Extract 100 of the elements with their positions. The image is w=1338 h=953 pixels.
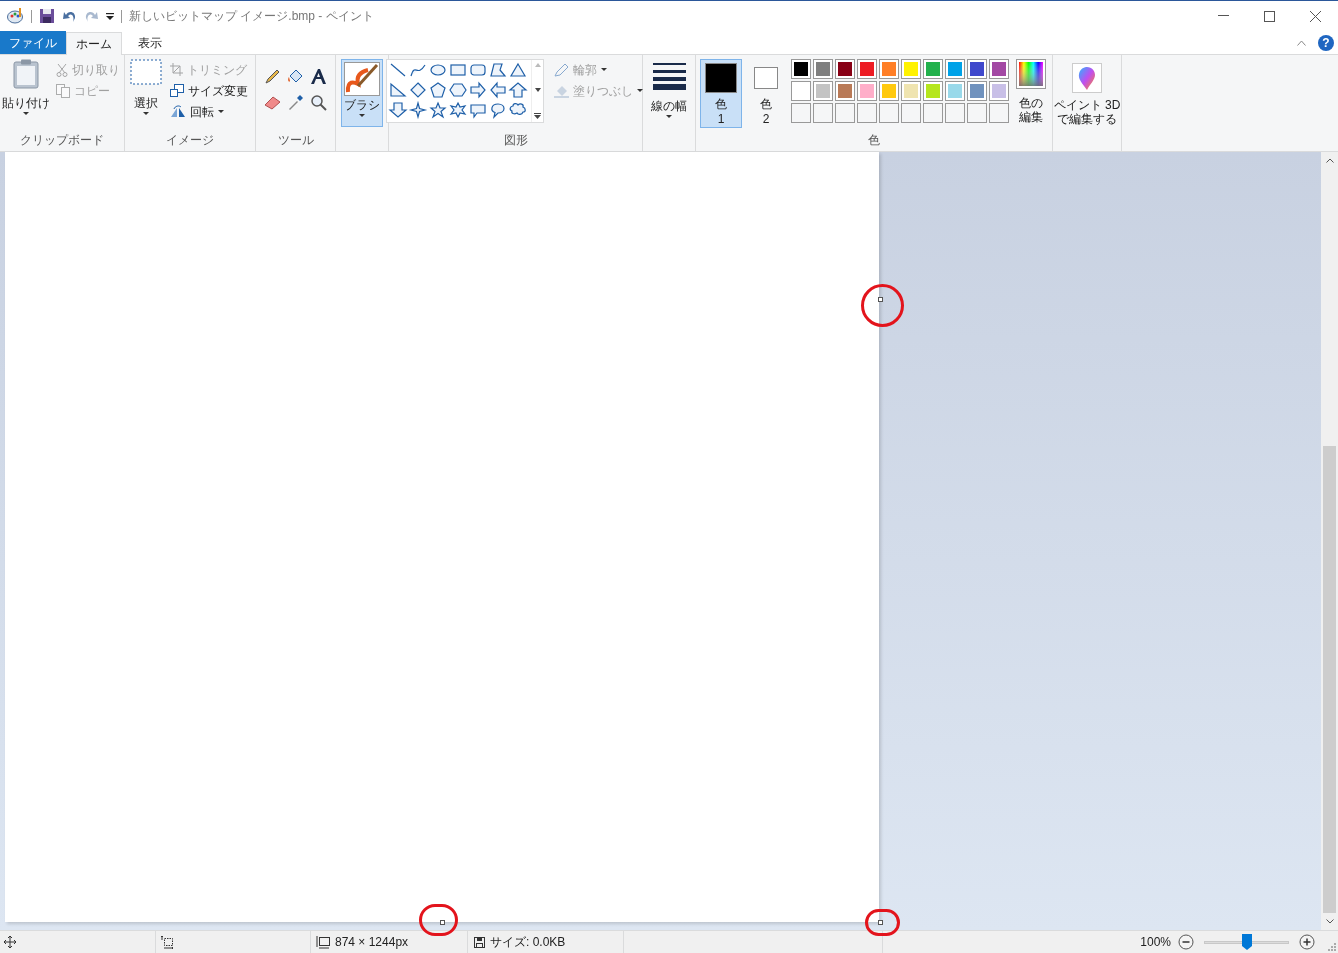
- magnifier-icon[interactable]: [310, 94, 327, 111]
- color-picker-icon[interactable]: [287, 94, 304, 111]
- palette-color[interactable]: [923, 59, 943, 79]
- customize-dropdown-icon[interactable]: [106, 12, 114, 20]
- help-button[interactable]: ?: [1318, 35, 1334, 51]
- crop-icon: [170, 63, 183, 76]
- circle-annotation: [861, 284, 904, 327]
- eraser-icon[interactable]: [264, 94, 281, 111]
- empty-color-slot[interactable]: [791, 103, 811, 123]
- paint-palette-icon: [7, 8, 24, 24]
- empty-color-slot[interactable]: [901, 103, 921, 123]
- palette-color[interactable]: [857, 81, 877, 101]
- caret-icon: [143, 112, 149, 116]
- group-label: 色: [868, 134, 880, 146]
- scroll-down-icon[interactable]: [1325, 919, 1334, 924]
- undo-icon[interactable]: [62, 9, 77, 23]
- zoom-slider[interactable]: [1204, 934, 1289, 950]
- palette-color[interactable]: [967, 81, 987, 101]
- fill-bucket-icon[interactable]: [287, 68, 304, 85]
- expand-gallery-icon[interactable]: [534, 113, 541, 119]
- rotate-icon: [170, 105, 186, 118]
- redo-icon[interactable]: [84, 9, 99, 23]
- empty-color-slot[interactable]: [857, 103, 877, 123]
- scrollbar-thumb[interactable]: [1323, 446, 1336, 913]
- palette-color[interactable]: [901, 59, 921, 79]
- scissors-icon: [56, 62, 68, 77]
- pen-outline-icon: [554, 62, 569, 77]
- palette-color[interactable]: [791, 81, 811, 101]
- empty-color-slot[interactable]: [813, 103, 833, 123]
- slider-thumb[interactable]: [1241, 934, 1252, 950]
- minimize-icon: [1217, 15, 1229, 17]
- zoom-percentage: 100%: [1140, 934, 1171, 951]
- resize-grip-icon[interactable]: [1328, 943, 1336, 951]
- edit-with-paint-3d-button[interactable]: ペイント 3D で編集する: [1053, 63, 1121, 126]
- caret-icon: [637, 88, 643, 93]
- group-label: クリップボード: [20, 134, 104, 146]
- line-width-icon: [652, 63, 686, 90]
- line-width-button[interactable]: 線の幅: [651, 63, 687, 119]
- palette-color[interactable]: [967, 59, 987, 79]
- palette-color[interactable]: [835, 81, 855, 101]
- resize-handle[interactable]: [440, 920, 445, 925]
- pencil-icon[interactable]: [264, 68, 281, 85]
- palette-color[interactable]: [945, 59, 965, 79]
- palette-color[interactable]: [835, 59, 855, 79]
- palette-color[interactable]: [791, 59, 811, 79]
- file-size-text: サイズ: 0.0KB: [490, 934, 566, 951]
- group-label: ツール: [277, 134, 314, 146]
- maximize-icon: [1263, 10, 1275, 22]
- palette-color[interactable]: [879, 81, 899, 101]
- zoom-out-icon[interactable]: [1178, 934, 1194, 950]
- window-title: 新しいビットマップ イメージ.bmp - ペイント: [129, 8, 374, 25]
- caret-icon: [23, 112, 29, 116]
- copy-icon: [56, 83, 70, 98]
- empty-color-slot[interactable]: [835, 103, 855, 123]
- ribbon-tab[interactable]: ホーム: [66, 32, 122, 55]
- text-icon[interactable]: [310, 68, 327, 85]
- ribbon-tab[interactable]: ファイル: [0, 31, 66, 54]
- selection-rectangle-icon: [130, 59, 162, 85]
- palette-color[interactable]: [901, 81, 921, 101]
- empty-color-slot[interactable]: [967, 103, 987, 123]
- move-cursor-icon: [4, 936, 16, 948]
- resize-icon: [170, 84, 184, 97]
- collapse-ribbon-icon[interactable]: [1297, 40, 1306, 46]
- current-color-button[interactable]: 色 1: [700, 59, 742, 128]
- empty-color-slot[interactable]: [923, 103, 943, 123]
- ribbon-tab[interactable]: 表示: [122, 31, 177, 54]
- image-size-text: 874 × 1244px: [335, 934, 409, 951]
- palette-color[interactable]: [945, 81, 965, 101]
- rotate-button[interactable]: 回転: [168, 101, 250, 122]
- select-button[interactable]: 選択: [130, 59, 162, 116]
- fill-bucket-icon: [554, 83, 569, 98]
- paste-button[interactable]: 貼り付け: [2, 59, 50, 116]
- empty-color-slot[interactable]: [879, 103, 899, 123]
- paint-3d-icon: [1072, 63, 1102, 93]
- palette-color[interactable]: [879, 59, 899, 79]
- palette-color[interactable]: [813, 81, 833, 101]
- palette-color[interactable]: [989, 59, 1009, 79]
- caret-icon: [218, 109, 224, 114]
- edit-colors-button[interactable]: 色の 編集: [1016, 59, 1046, 124]
- current-color-button[interactable]: 色 2: [745, 59, 787, 128]
- vertical-scrollbar[interactable]: [1321, 152, 1338, 930]
- scroll-up-icon[interactable]: [1325, 158, 1334, 163]
- group-label: 図形: [503, 134, 528, 146]
- palette-color[interactable]: [813, 59, 833, 79]
- resize-handle[interactable]: [878, 297, 883, 302]
- palette-color[interactable]: [923, 81, 943, 101]
- caret-icon: [359, 114, 365, 118]
- scroll-down-icon[interactable]: [534, 88, 541, 92]
- palette-color[interactable]: [989, 81, 1009, 101]
- brush-icon: [344, 62, 380, 96]
- save-icon[interactable]: [39, 8, 55, 24]
- zoom-in-icon[interactable]: [1299, 934, 1315, 950]
- group-label: イメージ: [166, 134, 214, 146]
- caret-icon: [666, 115, 672, 119]
- empty-color-slot[interactable]: [989, 103, 1009, 123]
- brush-button[interactable]: ブラシ: [341, 59, 383, 127]
- resize-handle[interactable]: [878, 920, 883, 925]
- empty-color-slot[interactable]: [945, 103, 965, 123]
- palette-color[interactable]: [857, 59, 877, 79]
- resize-button[interactable]: サイズ変更: [168, 80, 250, 101]
